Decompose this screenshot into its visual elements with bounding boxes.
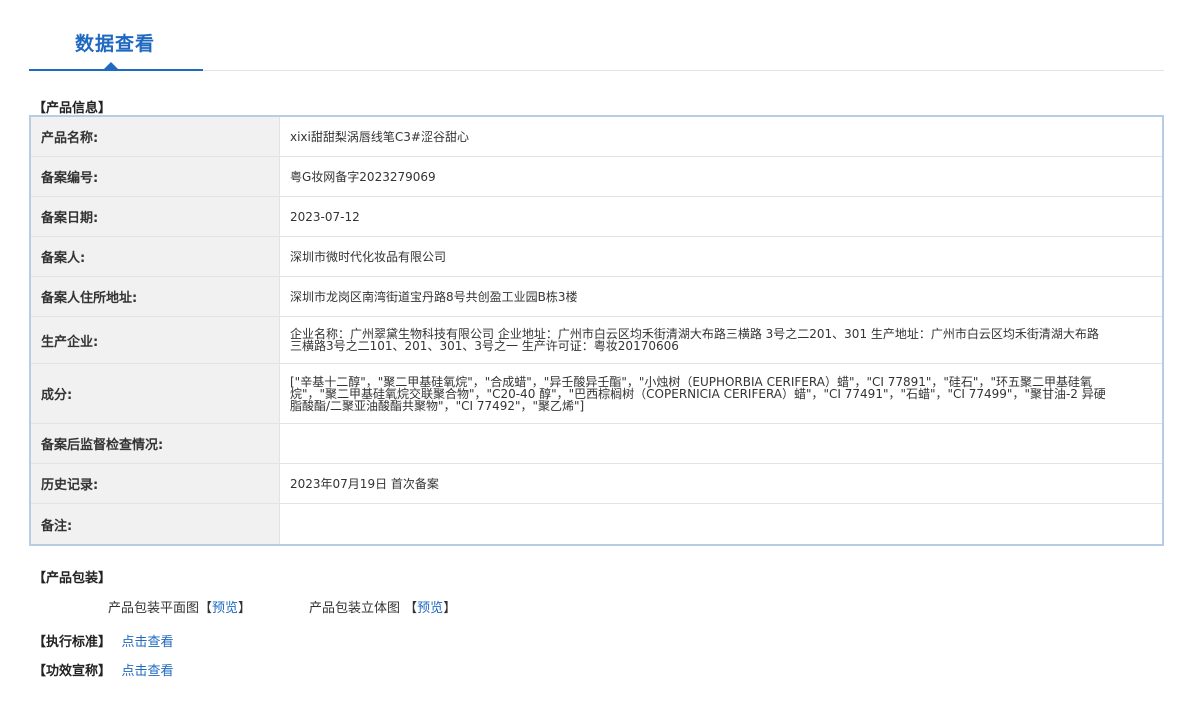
table-row: 备案人住所地址: 深圳市龙岗区南湾街道宝丹路8号共创盈工业园B栋3楼 xyxy=(31,277,1162,317)
row-value: 2023-07-12 xyxy=(290,209,360,224)
table-row: 生产企业: 企业名称：广州翠黛生物科技有限公司 企业地址：广州市白云区均禾街清湖… xyxy=(31,317,1162,364)
caret-up-icon xyxy=(104,62,118,69)
packaging-3d-preview-link[interactable]: 预览 xyxy=(417,601,443,616)
row-label: 备案编号: xyxy=(31,157,280,196)
table-row: 成分: ["辛基十二醇"，"聚二甲基硅氧烷"，"合成蜡"，"异壬酸异壬酯"，"小… xyxy=(31,364,1162,424)
bracket-open: 【 xyxy=(199,601,213,616)
row-value: 深圳市微时代化妆品有限公司 xyxy=(290,249,447,264)
row-label: 历史记录: xyxy=(31,464,280,503)
packaging-flat-label: 产品包装平面图 xyxy=(108,601,200,616)
packaging-3d-label: 产品包装立体图 xyxy=(309,601,401,616)
row-value: 粤G妆网备字2023279069 xyxy=(290,169,436,184)
row-value: xixi甜甜梨涡唇线笔C3#涩谷甜心 xyxy=(290,129,469,144)
section-efficacy: 【功效宣称】 点击查看 xyxy=(33,660,174,679)
packaging-3d: 产品包装立体图 【预览】 xyxy=(309,597,456,616)
packaging-flat-preview-link[interactable]: 预览 xyxy=(212,601,238,616)
section-title-efficacy: 【功效宣称】 xyxy=(33,664,112,679)
table-row: 备案后监督检查情况: xyxy=(31,424,1162,464)
row-value xyxy=(280,504,1162,544)
table-row: 产品名称: xixi甜甜梨涡唇线笔C3#涩谷甜心 xyxy=(31,117,1162,157)
table-row: 备案编号: 粤G妆网备字2023279069 xyxy=(31,157,1162,197)
row-label: 生产企业: xyxy=(31,317,280,363)
packaging-flat: 产品包装平面图【预览】 xyxy=(108,597,251,616)
row-value: 深圳市龙岗区南湾街道宝丹路8号共创盈工业园B栋3楼 xyxy=(290,289,578,304)
page-title: 数据查看 xyxy=(75,33,156,55)
product-info-table: 产品名称: xixi甜甜梨涡唇线笔C3#涩谷甜心 备案编号: 粤G妆网备字202… xyxy=(29,115,1164,546)
row-label: 备注: xyxy=(31,504,280,544)
row-label: 备案后监督检查情况: xyxy=(31,424,280,463)
row-label: 成分: xyxy=(31,364,280,423)
tab-data-view[interactable]: 数据查看 xyxy=(29,0,203,71)
row-value: ["辛基十二醇"，"聚二甲基硅氧烷"，"合成蜡"，"异壬酸异壬酯"，"小烛树（E… xyxy=(290,374,1106,413)
bracket-close: 】 xyxy=(238,601,252,616)
row-label: 备案日期: xyxy=(31,197,280,236)
row-label: 产品名称: xyxy=(31,117,280,156)
section-title-product-info: 【产品信息】 xyxy=(33,101,112,116)
table-row: 历史记录: 2023年07月19日 首次备案 xyxy=(31,464,1162,504)
row-value: 2023年07月19日 首次备案 xyxy=(290,476,439,491)
standard-view-link[interactable]: 点击查看 xyxy=(122,635,174,650)
row-value xyxy=(280,424,1162,463)
row-value: 企业名称：广州翠黛生物科技有限公司 企业地址：广州市白云区均禾街清湖大布路三横路… xyxy=(290,327,1099,353)
page-header: 数据查看 xyxy=(29,0,1164,71)
section-title-packaging: 【产品包装】 xyxy=(33,571,112,586)
table-row: 备注: xyxy=(31,504,1162,544)
section-standard: 【执行标准】 点击查看 xyxy=(33,631,174,650)
efficacy-view-link[interactable]: 点击查看 xyxy=(122,664,174,679)
row-label: 备案人住所地址: xyxy=(31,277,280,316)
table-row: 备案日期: 2023-07-12 xyxy=(31,197,1162,237)
bracket-close: 】 xyxy=(443,601,457,616)
bracket-open: 【 xyxy=(404,601,418,616)
row-label: 备案人: xyxy=(31,237,280,276)
section-title-standard: 【执行标准】 xyxy=(33,635,112,650)
table-row: 备案人: 深圳市微时代化妆品有限公司 xyxy=(31,237,1162,277)
